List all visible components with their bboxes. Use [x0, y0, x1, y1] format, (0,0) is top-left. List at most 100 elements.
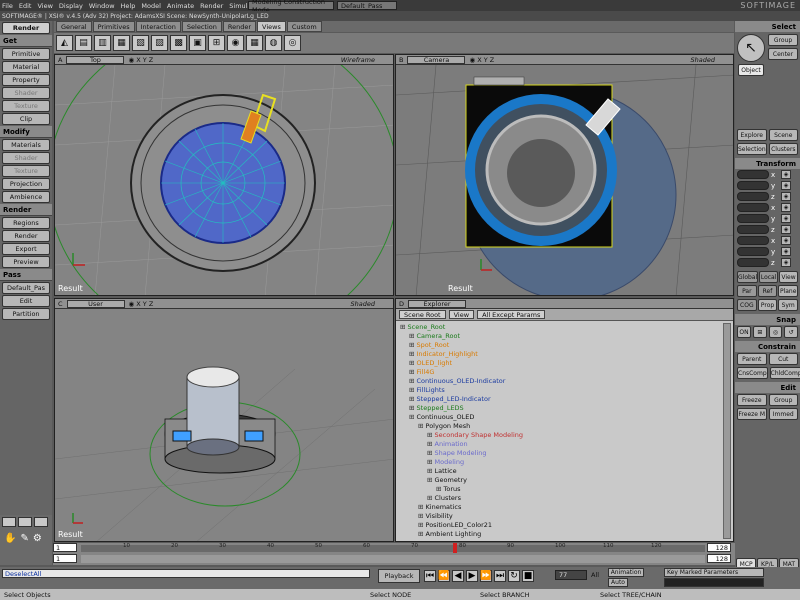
group-edit-button[interactable]: Group	[768, 394, 798, 406]
tree-node[interactable]: ⊞ FillLights	[400, 386, 729, 395]
toolbar-tool-icon[interactable]: ◍	[265, 35, 282, 51]
viewport-c[interactable]: C User ◉ X Y Z Shaded Result	[54, 298, 394, 542]
tree-node[interactable]: ⊞ Clusters	[400, 494, 729, 503]
tree-node[interactable]: ⊞ Stepped_LEDS	[400, 404, 729, 413]
left-button[interactable]: Texture	[2, 165, 50, 177]
scene-button[interactable]: Scene	[768, 129, 798, 141]
eye-icon[interactable]: ◉ X Y Z	[129, 300, 154, 308]
tree-node[interactable]: ⊞ Shape Modeling	[400, 449, 729, 458]
tree-node[interactable]: ⊞ Continuous_OLED-Indicator	[400, 377, 729, 386]
toolbar-tool-icon[interactable]: ▤	[75, 35, 92, 51]
range-slider[interactable]	[81, 555, 705, 563]
group-button[interactable]: Group	[768, 34, 798, 46]
expand-icon[interactable]: ⊞	[409, 395, 417, 403]
tree-node[interactable]: ⊞ Modeling	[400, 458, 729, 467]
expand-icon[interactable]: ⊞	[427, 458, 435, 466]
sym-button[interactable]: Sym	[778, 299, 799, 311]
expand-icon[interactable]: ⊞	[418, 521, 426, 529]
left-button[interactable]: Texture	[2, 100, 50, 112]
layout-icon[interactable]	[18, 517, 32, 527]
transform-key-icon[interactable]: ◈	[781, 170, 791, 179]
gear-icon[interactable]: ⚙	[33, 533, 42, 544]
tab[interactable]: General	[56, 21, 92, 32]
expand-icon[interactable]: ⊞	[409, 341, 417, 349]
parent-button[interactable]: Parent	[737, 353, 767, 365]
prev-key-icon[interactable]: ⏪	[438, 570, 450, 582]
tab[interactable]: Render	[222, 21, 257, 32]
left-button[interactable]: Property	[2, 74, 50, 86]
left-button[interactable]: Shader	[2, 87, 50, 99]
snap-grid-icon[interactable]: ⊞	[753, 326, 767, 338]
toolbar-tool-icon[interactable]: ◎	[284, 35, 301, 51]
tree-node[interactable]: ⊞ Fill4G	[400, 368, 729, 377]
timeline[interactable]: 1 1 10 20 30 40 50 60 70 80 90 100 110 120 128 128	[53, 543, 735, 565]
expand-icon[interactable]: ⊞	[409, 386, 417, 394]
immed-button[interactable]: Immed	[768, 408, 798, 420]
left-button[interactable]: Partition	[2, 308, 50, 320]
viewport-d-explorer[interactable]: D Explorer Scene Root View All Except Para…	[395, 298, 734, 542]
transform-field[interactable]	[737, 214, 769, 223]
all-label[interactable]: All	[591, 571, 599, 579]
explore-button[interactable]: Explore	[737, 129, 767, 141]
tree-node[interactable]: ⊞ Animation	[400, 440, 729, 449]
expand-icon[interactable]: ⊞	[427, 494, 435, 502]
first-frame-icon[interactable]: ⏮	[424, 570, 436, 582]
menu-item[interactable]: Display	[59, 2, 83, 10]
tree-node[interactable]: ⊞ Spot_Root	[400, 341, 729, 350]
cut-button[interactable]: Cut	[768, 353, 798, 365]
toolbar-tool-icon[interactable]: ▦	[113, 35, 130, 51]
left-button[interactable]: Ambience	[2, 191, 50, 203]
tree-node[interactable]: ⊞ OLED_light	[400, 359, 729, 368]
expand-icon[interactable]: ⊞	[418, 512, 426, 520]
transform-field[interactable]	[737, 258, 769, 267]
transform-field[interactable]	[737, 247, 769, 256]
eye-icon[interactable]: ◉ X Y Z	[128, 56, 153, 64]
tab[interactable]: Interaction	[135, 21, 181, 32]
tree-node[interactable]: ⊞ Visibility	[400, 512, 729, 521]
menu-item[interactable]: View	[37, 2, 52, 10]
toolbar-tool-icon[interactable]: ▣	[189, 35, 206, 51]
pen-icon[interactable]: ✎	[20, 533, 28, 544]
menu-item[interactable]: Render	[200, 2, 223, 10]
snap-point-icon[interactable]: ◎	[768, 326, 783, 338]
script-line[interactable]: DeselectAll	[2, 569, 370, 578]
expand-icon[interactable]: ⊞	[418, 503, 426, 511]
toolbar-tool-icon[interactable]: ◉	[227, 35, 244, 51]
menu-item[interactable]: Animate	[167, 2, 194, 10]
auto-button[interactable]: Auto	[608, 578, 628, 587]
viewport-c-mode[interactable]: Shaded	[351, 300, 375, 308]
explorer-button[interactable]: View	[448, 310, 475, 319]
transform-key-icon[interactable]: ◈	[781, 258, 791, 267]
left-button[interactable]: Default_Pas	[2, 282, 50, 294]
expand-icon[interactable]: ⊞	[409, 404, 417, 412]
eye-icon[interactable]: ◉ X Y Z	[469, 56, 494, 64]
transform-field[interactable]	[737, 192, 769, 201]
tree-node[interactable]: ⊞ Ambient Lighting	[400, 530, 729, 539]
left-button[interactable]: Export	[2, 243, 50, 255]
transform-field[interactable]	[737, 236, 769, 245]
menu-item[interactable]: Window	[89, 2, 115, 10]
expand-icon[interactable]: ⊞	[418, 422, 426, 430]
explorer-button[interactable]: Scene Root	[399, 310, 446, 319]
tree-node[interactable]: ⊞ PositionLED_Color21	[400, 521, 729, 530]
left-button[interactable]: Material	[2, 61, 50, 73]
transform-key-icon[interactable]: ◈	[781, 192, 791, 201]
par-button[interactable]: Par	[737, 285, 757, 297]
clusters-button[interactable]: Clusters	[768, 143, 798, 155]
ref-button[interactable]: Ref	[757, 285, 778, 297]
transform-field[interactable]	[737, 170, 769, 179]
toolbar-tool-icon[interactable]: ▦	[246, 35, 263, 51]
loop-icon[interactable]: ↻	[508, 570, 520, 582]
module-dropdown[interactable]: Render	[2, 22, 50, 34]
toolbar-tool-icon[interactable]: ⊞	[208, 35, 225, 51]
expand-icon[interactable]: ⊞	[409, 350, 417, 358]
viewport-a-mode[interactable]: Wireframe	[341, 56, 375, 64]
play-icon[interactable]: ▶	[466, 570, 478, 582]
layout-icon[interactable]	[2, 517, 16, 527]
select-arrow-icon[interactable]: ↖	[737, 34, 765, 62]
transform-key-icon[interactable]: ◈	[781, 247, 791, 256]
transform-key-icon[interactable]: ◈	[781, 225, 791, 234]
toolbar-tool-icon[interactable]: ▨	[151, 35, 168, 51]
tab[interactable]: Views	[257, 21, 286, 32]
current-frame-field[interactable]: 77	[555, 570, 587, 580]
